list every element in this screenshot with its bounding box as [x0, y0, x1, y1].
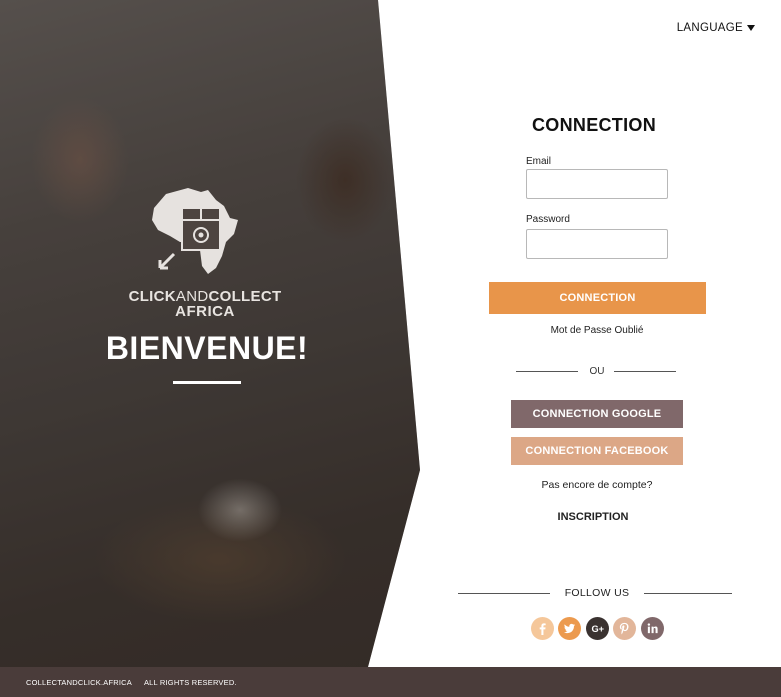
login-title: CONNECTION: [532, 115, 656, 135]
follow-us-label: FOLLOW US: [564, 587, 630, 599]
welcome-underline: [173, 381, 241, 384]
follow-divider-left: [458, 593, 550, 594]
follow-divider-right: [644, 593, 732, 594]
or-divider-left: [516, 371, 578, 372]
brand-name-line2: AFRICA: [175, 303, 235, 320]
footer: COLLECTANDCLICK.AFRICA ALL RIGHTS RESERV…: [0, 667, 781, 697]
footer-site-link[interactable]: COLLECTANDCLICK.AFRICA: [26, 678, 132, 687]
or-label: OU: [589, 366, 605, 377]
forgot-password-link[interactable]: Mot de Passe Oublié: [497, 325, 697, 336]
connection-button[interactable]: CONNECTION: [489, 282, 706, 314]
facebook-login-button[interactable]: CONNECTION FACEBOOK: [511, 437, 683, 465]
welcome-heading: BIENVENUE!: [105, 330, 309, 366]
language-selector[interactable]: LANGUAGE: [677, 22, 755, 34]
email-field[interactable]: [526, 169, 668, 199]
svg-text:G+: G+: [591, 624, 604, 634]
email-label: Email: [526, 156, 552, 167]
language-label: LANGUAGE: [676, 22, 743, 34]
signup-link[interactable]: INSCRIPTION: [493, 511, 693, 523]
africa-package-logo: [152, 188, 238, 274]
google-plus-icon[interactable]: G+: [586, 617, 609, 640]
pinterest-icon[interactable]: [613, 617, 636, 640]
password-field[interactable]: [526, 229, 668, 259]
google-login-button[interactable]: CONNECTION GOOGLE: [511, 400, 683, 428]
no-account-text: Pas encore de compte?: [541, 479, 653, 491]
or-divider-right: [614, 371, 676, 372]
linkedin-icon[interactable]: [641, 617, 664, 640]
caret-down-icon: [747, 25, 755, 31]
footer-rights-text: ALL RIGHTS RESERVED.: [143, 677, 237, 687]
twitter-icon[interactable]: [558, 617, 581, 640]
facebook-icon[interactable]: [531, 617, 554, 640]
password-label: Password: [526, 214, 570, 225]
